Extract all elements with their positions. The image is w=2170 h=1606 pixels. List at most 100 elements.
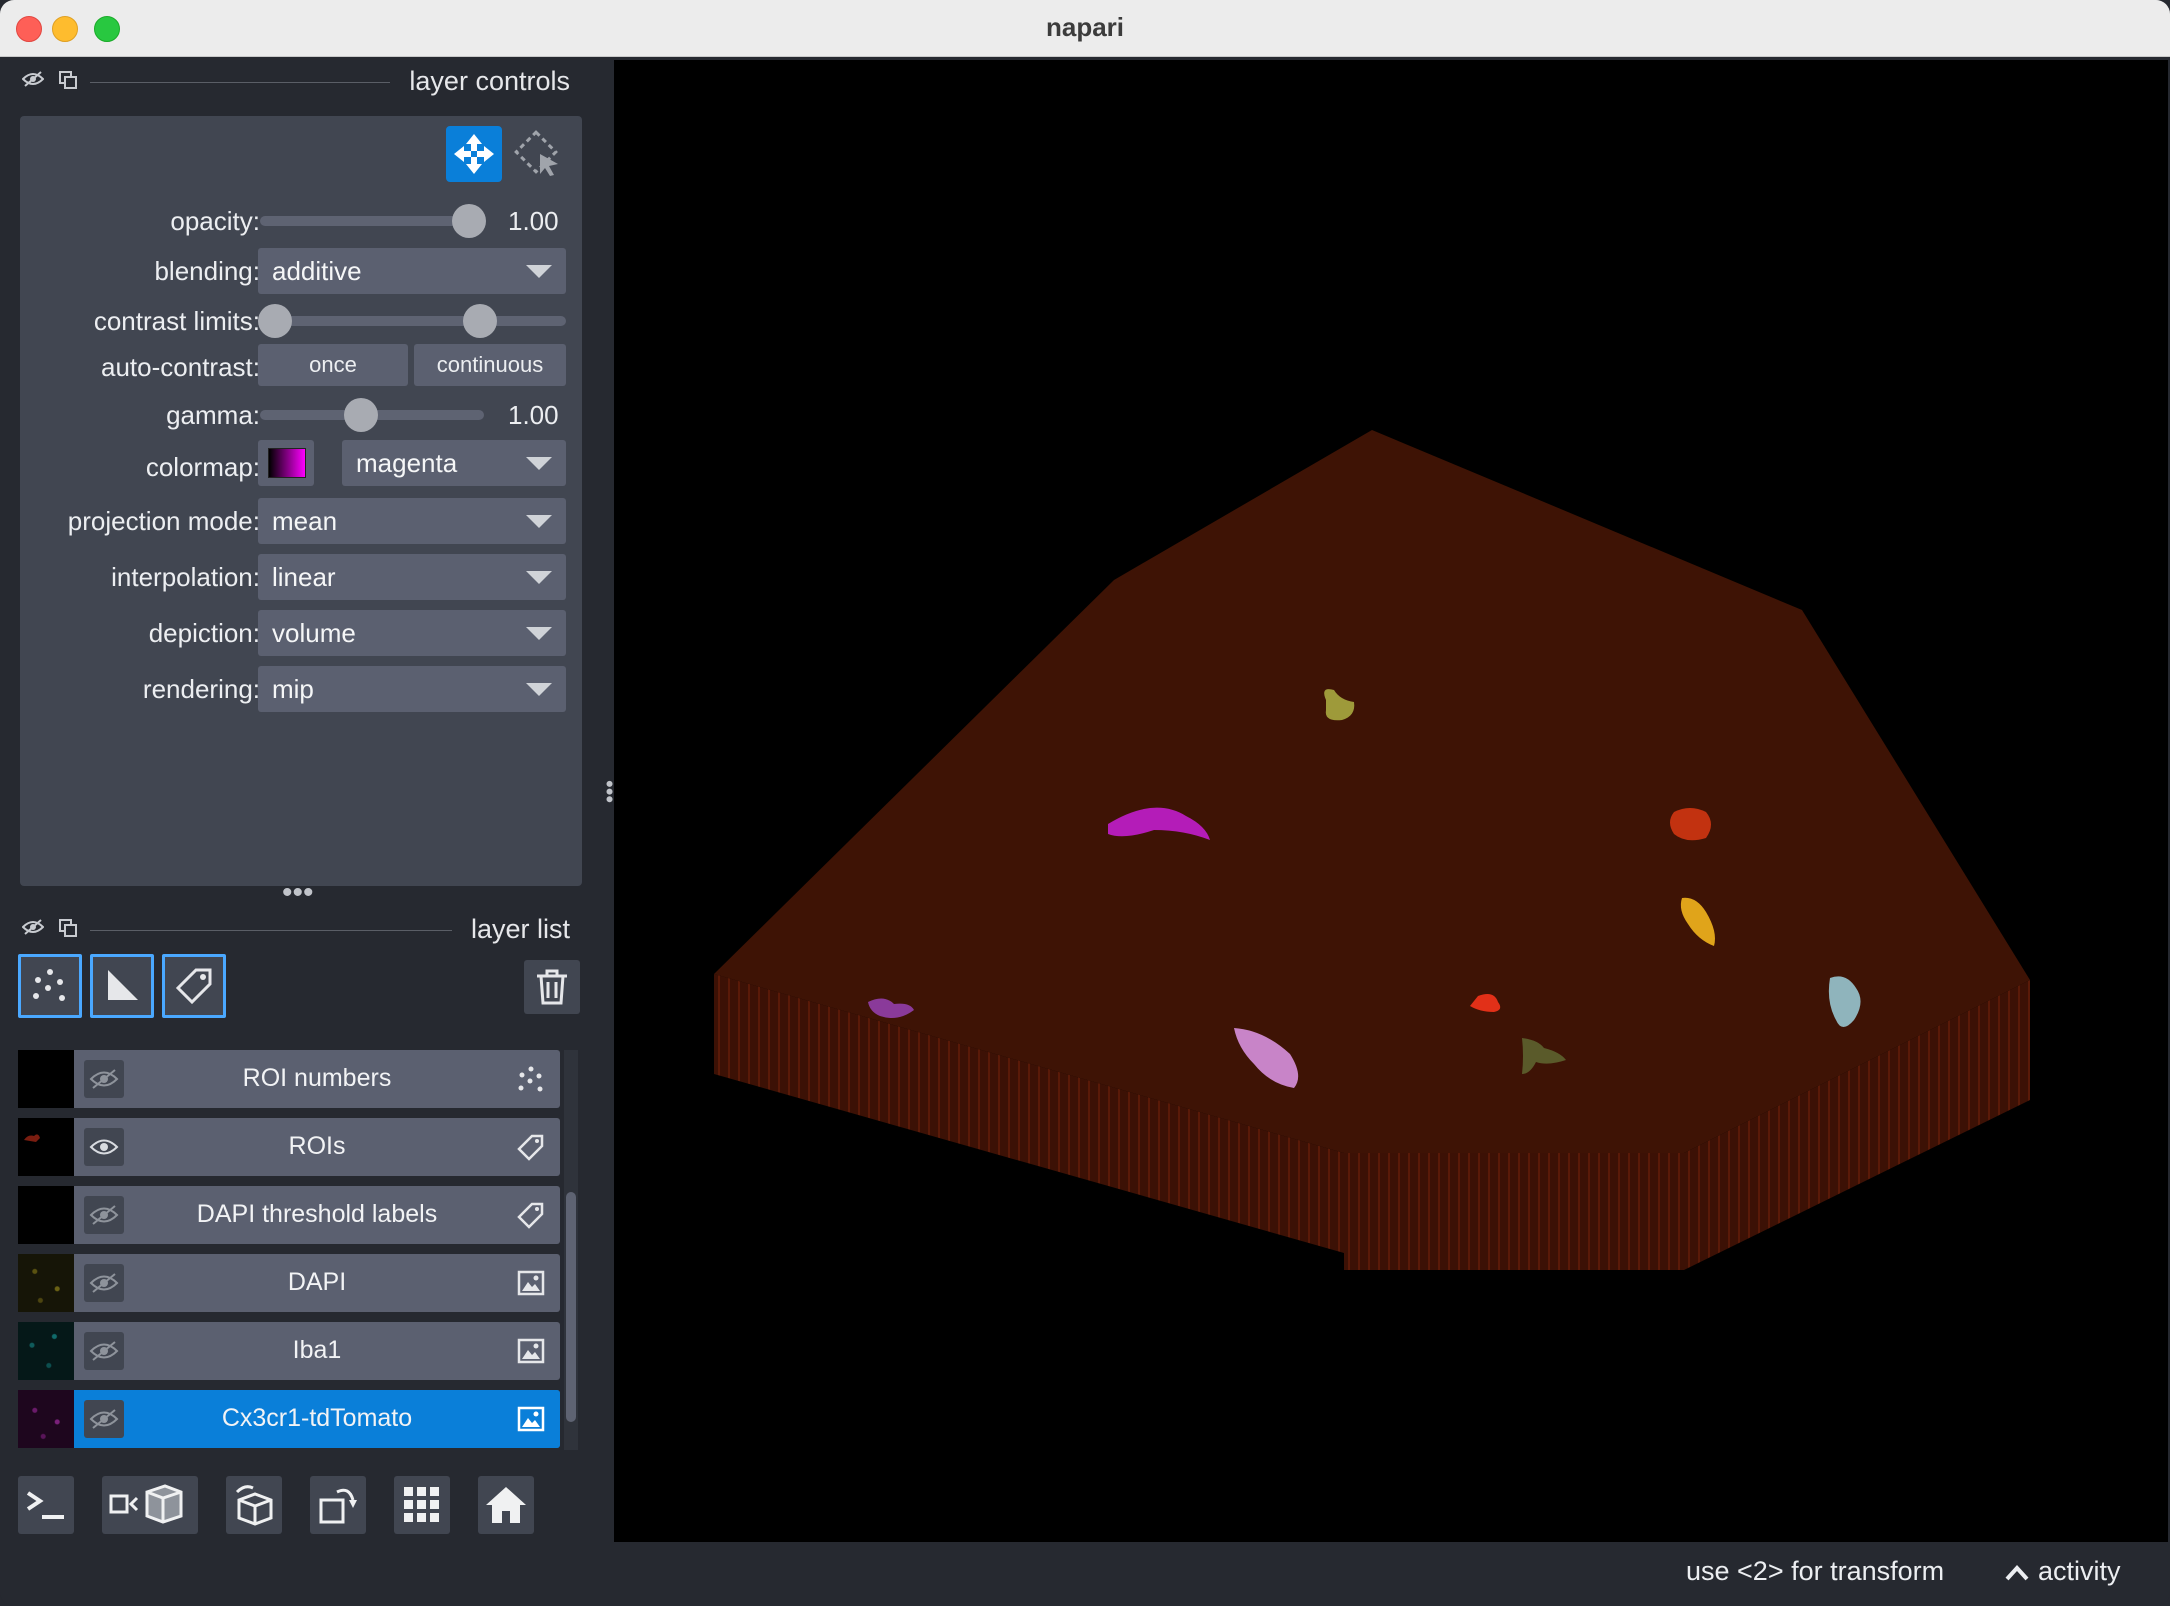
rendering-dropdown[interactable]: mip: [258, 666, 566, 712]
opacity-slider-track[interactable]: [260, 216, 480, 226]
layer-thumbnail: [18, 1118, 74, 1176]
layer-controls-header: layer controls: [0, 60, 600, 104]
layer-thumbnail: [18, 1390, 74, 1448]
layer-name: ROIs: [288, 1132, 346, 1160]
new-labels-layer-button[interactable]: [162, 954, 226, 1018]
volume-side-front: [1344, 1153, 1684, 1270]
activity-button[interactable]: activity: [2038, 1556, 2121, 1587]
new-shapes-layer-button[interactable]: [90, 954, 154, 1018]
opacity-label: opacity:: [170, 206, 260, 236]
projection-mode-dropdown[interactable]: mean: [258, 498, 566, 544]
viewer-canvas[interactable]: [614, 60, 2168, 1542]
contrast-limits-slider-track[interactable]: [260, 316, 566, 326]
grid-icon: [404, 1487, 439, 1522]
grid-mode-button[interactable]: [394, 1476, 450, 1534]
visibility-eye-icon[interactable]: [84, 1264, 124, 1302]
splitter-handle-horizontal[interactable]: •••: [282, 876, 314, 910]
chevron-down-icon: [526, 457, 552, 470]
layer-list-scrollbar[interactable]: [564, 1050, 578, 1450]
volume-render: [714, 430, 2030, 1270]
layer-row-dapi[interactable]: DAPI: [18, 1254, 560, 1312]
contrast-high-handle[interactable]: [463, 304, 498, 338]
gamma-slider-handle[interactable]: [343, 398, 378, 432]
autocontrast-continuous-button[interactable]: continuous: [414, 344, 566, 386]
depiction-label: depiction:: [148, 618, 260, 648]
pan-zoom-mode-button[interactable]: [446, 126, 502, 182]
opacity-slider-handle[interactable]: [452, 204, 486, 238]
opacity-row: opacity: 1.00: [20, 198, 582, 244]
scrollbar-thumb[interactable]: [566, 1192, 576, 1422]
visibility-eye-icon[interactable]: [84, 1196, 124, 1234]
points-icon: [33, 969, 65, 1001]
rendering-label: rendering:: [142, 674, 260, 704]
visibility-eye-icon[interactable]: [84, 1060, 124, 1098]
layer-name: ROI numbers: [242, 1064, 392, 1092]
label-tag-icon: [175, 968, 212, 1005]
layer-row-roi-numbers[interactable]: ROI numbers: [18, 1050, 560, 1108]
layer-list-header: layer list: [0, 908, 600, 952]
blending-row: blending: additive: [20, 248, 582, 294]
depiction-value: volume: [272, 618, 356, 648]
colormap-dropdown[interactable]: magenta: [342, 440, 566, 486]
console-button[interactable]: [18, 1476, 74, 1534]
visibility-eye-icon[interactable]: [84, 1400, 124, 1438]
gamma-row: gamma: 1.00: [20, 392, 582, 438]
hide-eye-icon[interactable]: [21, 70, 45, 94]
blending-dropdown[interactable]: additive: [258, 248, 566, 294]
visibility-eye-icon[interactable]: [84, 1128, 124, 1166]
layer-row-body: Iba1: [74, 1322, 560, 1380]
interpolation-dropdown[interactable]: linear: [258, 554, 566, 600]
layer-controls-title: layer controls: [409, 66, 570, 96]
depiction-dropdown[interactable]: volume: [258, 610, 566, 656]
gamma-label: gamma:: [166, 400, 260, 430]
layer-row-body: ROIs: [74, 1118, 560, 1176]
napari-window: napari layer controls opacity: 1.00 blen…: [0, 0, 2170, 1606]
colormap-swatch[interactable]: [258, 440, 314, 486]
layer-row-body: ROI numbers: [74, 1050, 560, 1108]
new-points-layer-button[interactable]: [18, 954, 82, 1018]
image-type-icon: [516, 1404, 546, 1434]
opacity-value: 1.00: [508, 206, 559, 236]
header-divider: [90, 82, 390, 83]
visibility-eye-icon[interactable]: [84, 1332, 124, 1370]
terminal-icon: [26, 1491, 64, 1519]
float-panel-icon[interactable]: [58, 918, 78, 944]
toggle-ndisplay-button[interactable]: [102, 1476, 198, 1534]
layer-thumbnail: [18, 1186, 74, 1244]
status-bar: use <2> for transform activity: [0, 1542, 2170, 1606]
contrast-low-handle[interactable]: [258, 304, 293, 338]
chevron-down-icon: [526, 265, 552, 278]
autocontrast-once-button[interactable]: once: [258, 344, 408, 386]
labels-type-icon: [516, 1132, 546, 1162]
layer-name: DAPI: [287, 1268, 347, 1296]
layer-controls-panel: opacity: 1.00 blending: additive contras…: [20, 116, 582, 886]
chevron-up-icon[interactable]: [2004, 1564, 2030, 1587]
points-type-icon: [516, 1064, 546, 1094]
layer-row-body: DAPI threshold labels: [74, 1186, 560, 1244]
transform-mode-button[interactable]: [510, 126, 566, 182]
layer-row-rois[interactable]: ROIs: [18, 1118, 560, 1176]
roll-dimensions-button[interactable]: [226, 1476, 282, 1534]
image-type-icon: [516, 1336, 546, 1366]
transpose-dimensions-button[interactable]: [310, 1476, 366, 1534]
colormap-label: colormap:: [145, 452, 260, 482]
home-icon: [486, 1487, 526, 1523]
rendering-value: mip: [272, 674, 314, 704]
layer-row-cx3cr1-tdtomato[interactable]: Cx3cr1-tdTomato: [18, 1390, 560, 1448]
rendering-row: rendering: mip: [20, 666, 582, 712]
delete-layer-button[interactable]: [524, 960, 580, 1014]
layer-row-body: DAPI: [74, 1254, 560, 1312]
float-panel-icon[interactable]: [58, 70, 78, 96]
interpolation-value: linear: [272, 562, 336, 592]
window-title: napari: [1045, 12, 1125, 42]
layer-row-iba1[interactable]: Iba1: [18, 1322, 560, 1380]
header-divider: [90, 930, 452, 931]
select-transform-icon: [514, 130, 558, 176]
layer-list-title: layer list: [470, 914, 570, 944]
move-arrows-icon: [454, 134, 494, 174]
layer-row-dapi-threshold-labels[interactable]: DAPI threshold labels: [18, 1186, 560, 1244]
hide-eye-icon[interactable]: [21, 918, 45, 942]
layer-thumbnail: [18, 1322, 74, 1380]
reset-view-button[interactable]: [478, 1476, 534, 1534]
layer-name: Iba1: [292, 1336, 342, 1364]
